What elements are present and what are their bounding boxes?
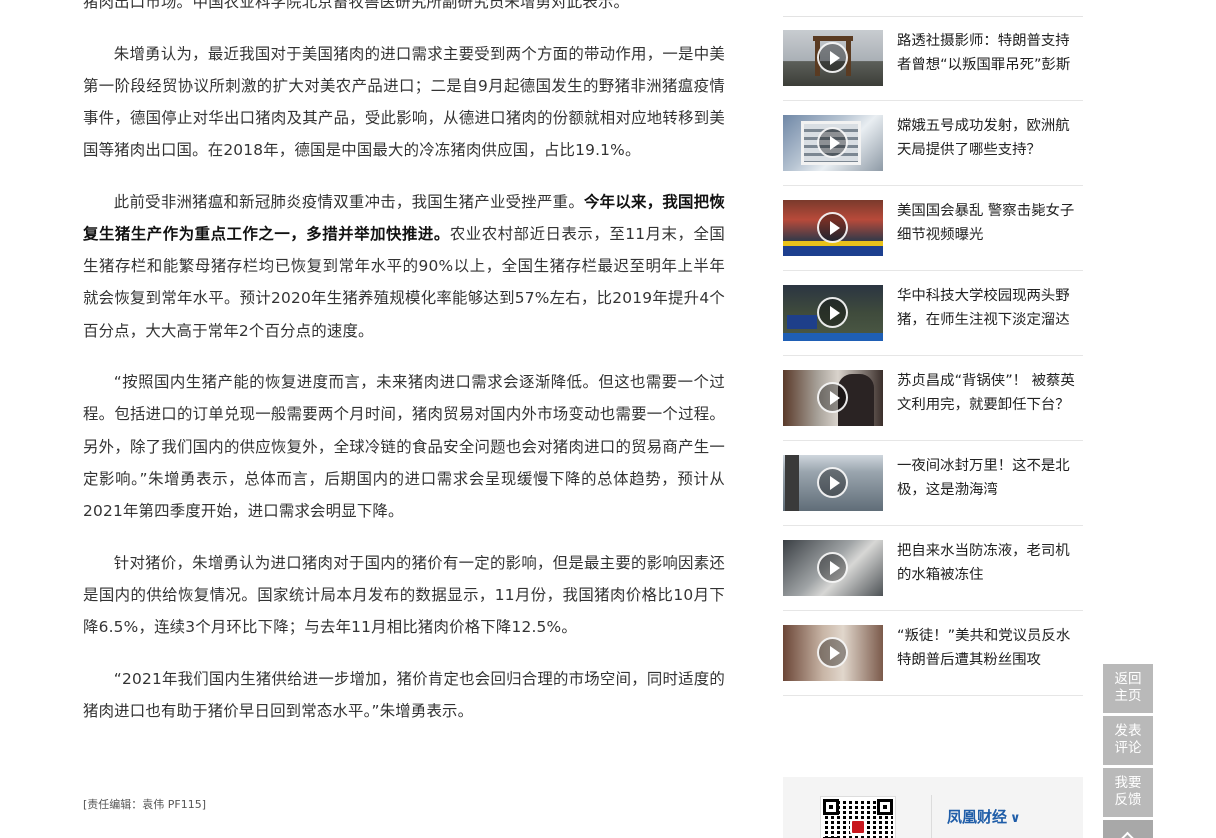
paragraph-text: 此前受非洲猪瘟和新冠肺炎疫情双重冲击，我国生猪产业受挫严重。 [113,192,584,211]
video-title-link[interactable]: 嫦娥五号成功发射，欧洲航天局提供了哪些支持？ [897,114,1083,162]
video-list-item[interactable]: 苏贞昌成“背锅侠”！ 被蔡英文利用完，就要卸任下台？ [783,356,1083,441]
video-list-item[interactable]: 一夜间冰封万里！这不是北极，这是渤海湾 [783,441,1083,526]
video-list-item[interactable]: 把自来水当防冻液，老司机的水箱被冻住 [783,526,1083,611]
play-icon [817,382,848,413]
video-thumbnail[interactable] [783,370,883,426]
video-thumbnail[interactable] [783,625,883,681]
video-thumbnail[interactable] [783,200,883,256]
qr-code [820,796,896,838]
article-paragraph: “2021年我们国内生猪供给进一步增加，猪价肯定也会回归合理的市场空间，同时适度… [83,663,725,727]
paragraph-text: “按照国内生猪产能的恢复进度而言，未来猪肉进口需求会逐渐降低。但这也需要一个过程… [83,373,725,521]
brand-name-link[interactable]: 凤凰财经 ∨ [947,806,1021,827]
article-paragraph: 猪肉出口市场。”中国农业科学院北京畜牧兽医研究所副研究员朱增勇对此表示。 [83,0,725,18]
feedback-button[interactable]: 我要 反馈 [1103,768,1153,817]
paragraph-text: “2021年我们国内生猪供给进一步增加，猪价肯定也会回归合理的市场空间，同时适度… [83,669,725,720]
article-body: 猪肉出口市场。”中国农业科学院北京畜牧兽医研究所副研究员朱增勇对此表示。朱增勇认… [83,0,725,746]
video-title-link[interactable]: “叛徒！”美共和党议员反水特朗普后遭其粉丝围攻 [897,624,1083,672]
brand-promo-box: 凤凰财经 ∨ [783,777,1083,838]
video-title-link[interactable]: 苏贞昌成“背锅侠”！ 被蔡英文利用完，就要卸任下台？ [897,369,1083,417]
article-paragraph: 此前受非洲猪瘟和新冠肺炎疫情双重冲击，我国生猪产业受挫严重。今年以来，我国把恢复… [83,186,725,347]
back-to-top-button[interactable] [1103,820,1153,838]
video-thumbnail[interactable] [783,540,883,596]
post-comment-button[interactable]: 发表 评论 [1103,716,1153,765]
paragraph-text: 针对猪价，朱增勇认为进口猪肉对于国内的猪价有一定的影响，但是最主要的影响因素还是… [83,553,725,637]
video-thumbnail[interactable] [783,115,883,171]
play-icon [817,637,848,668]
divider [931,795,932,838]
chevron-down-icon: ∨ [1010,811,1021,826]
play-icon [817,467,848,498]
play-icon [817,212,848,243]
play-icon [817,127,848,158]
floating-toolbar: 返回 主页 发表 评论 我要 反馈 [1103,664,1153,838]
video-title-link[interactable]: 路透社摄影师：特朗普支持者曾想“以叛国罪吊死”彭斯 [897,29,1083,77]
video-title-link[interactable]: 把自来水当防冻液，老司机的水箱被冻住 [897,539,1083,587]
paragraph-text: 猪肉出口市场。”中国农业科学院北京畜牧兽医研究所副研究员朱增勇对此表示。 [83,0,630,11]
video-title-link[interactable]: 华中科技大学校园现两头野猪，在师生注视下淡定溜达 [897,284,1083,332]
back-to-home-button[interactable]: 返回 主页 [1103,664,1153,713]
responsible-editor: [责任编辑：袁伟 PF115] [83,798,207,811]
video-title-link[interactable]: 美国国会暴乱 警察击毙女子细节视频曝光 [897,199,1083,247]
article-paragraph: 针对猪价，朱增勇认为进口猪肉对于国内的猪价有一定的影响，但是最主要的影响因素还是… [83,547,725,644]
play-icon [817,552,848,583]
video-list-item[interactable]: 美国国会暴乱 警察击毙女子细节视频曝光 [783,186,1083,271]
video-thumbnail[interactable] [783,30,883,86]
play-icon [817,297,848,328]
phoenix-logo-icon [850,819,866,835]
article-paragraph: “按照国内生猪产能的恢复进度而言，未来猪肉进口需求会逐渐降低。但这也需要一个过程… [83,366,725,527]
video-thumbnail[interactable] [783,455,883,511]
play-icon [817,42,848,73]
video-list-item[interactable]: 华中科技大学校园现两头野猪，在师生注视下淡定溜达 [783,271,1083,356]
video-thumbnail[interactable] [783,285,883,341]
video-title-link[interactable]: 一夜间冰封万里！这不是北极，这是渤海湾 [897,454,1083,502]
paragraph-text: 朱增勇认为，最近我国对于美国猪肉的进口需求主要受到两个方面的带动作用，一是中美第… [83,44,725,160]
article-paragraph: 朱增勇认为，最近我国对于美国猪肉的进口需求主要受到两个方面的带动作用，一是中美第… [83,38,725,167]
video-list-item[interactable]: 嫦娥五号成功发射，欧洲航天局提供了哪些支持？ [783,101,1083,186]
video-list-item[interactable]: “叛徒！”美共和党议员反水特朗普后遭其粉丝围攻 [783,611,1083,696]
video-list-item[interactable]: 路透社摄影师：特朗普支持者曾想“以叛国罪吊死”彭斯 [783,16,1083,101]
